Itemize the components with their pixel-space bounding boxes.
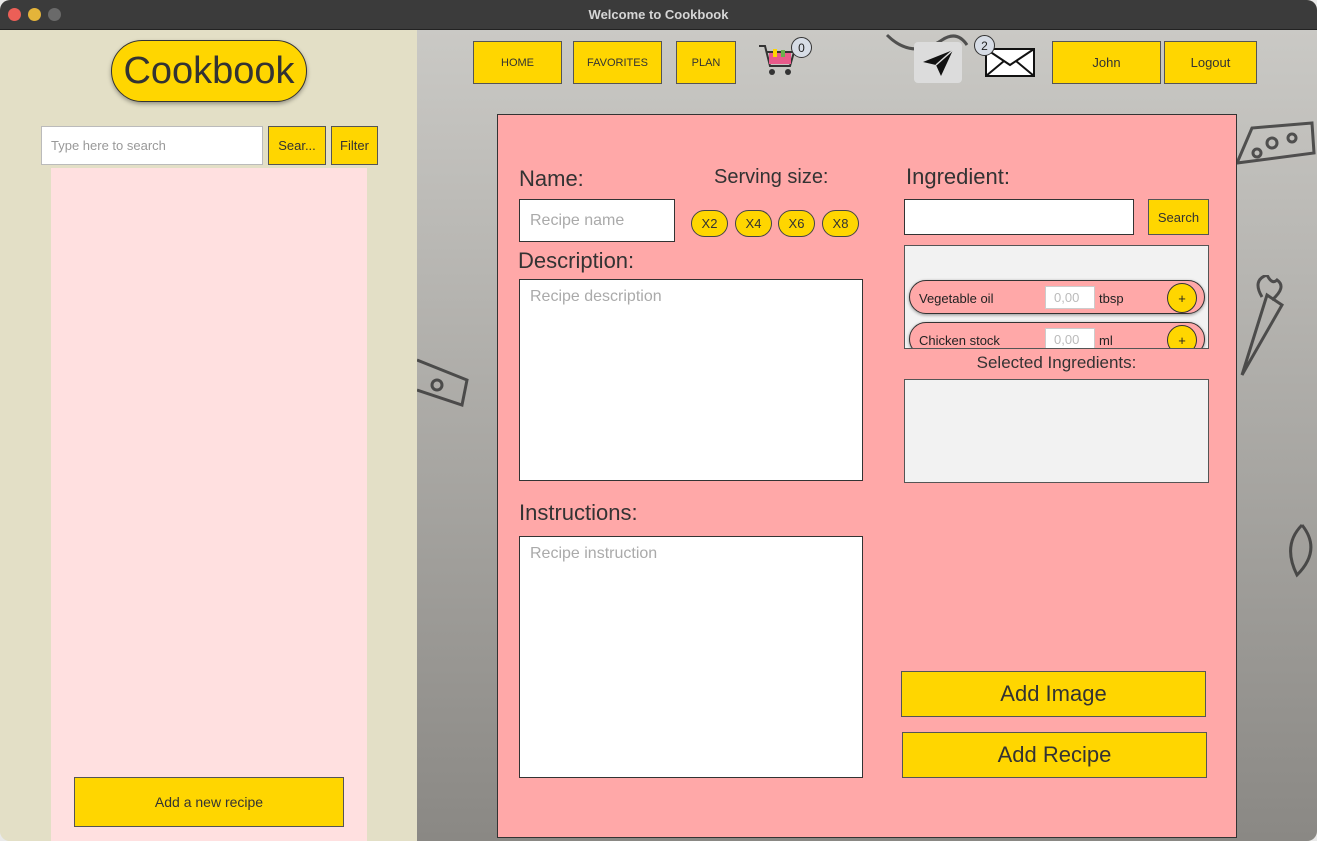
ingredient-row: Vegetable oil 0,00 tbsp + bbox=[909, 280, 1205, 314]
ingredient-label: Ingredient: bbox=[906, 164, 1010, 189]
cart-count-badge: 0 bbox=[791, 37, 812, 58]
nav-plan-button[interactable]: PLAN bbox=[676, 41, 736, 84]
app-window: Welcome to Cookbook Cookbook Sear... Fil… bbox=[0, 0, 1317, 841]
nav-home-button[interactable]: HOME bbox=[473, 41, 562, 84]
new-recipe-form: Name: Recipe name Serving size: X2 X4 X6… bbox=[497, 114, 1237, 838]
ingredient-results-list[interactable]: Vegetable oil 0,00 tbsp + Chicken stock … bbox=[904, 245, 1209, 349]
app-logo: Cookbook bbox=[111, 40, 307, 102]
ingredient-unit: tbsp bbox=[1099, 291, 1124, 306]
send-message-button[interactable] bbox=[914, 42, 962, 83]
ingredient-row: Chicken stock 0,00 ml + bbox=[909, 322, 1205, 348]
recipe-instructions-field[interactable]: Recipe instruction bbox=[519, 536, 863, 778]
window-title: Welcome to Cookbook bbox=[588, 7, 729, 22]
name-label: Name: bbox=[519, 166, 584, 191]
selected-ingredients-label: Selected Ingredients: bbox=[976, 353, 1137, 372]
logout-button[interactable]: Logout bbox=[1164, 41, 1257, 84]
add-ingredient-button[interactable]: + bbox=[1167, 325, 1197, 348]
selected-ingredients-list[interactable] bbox=[904, 379, 1209, 483]
title-bar: Welcome to Cookbook bbox=[0, 0, 1317, 30]
recipe-name-field[interactable]: Recipe name bbox=[519, 199, 675, 242]
ingredient-quantity-field[interactable]: 0,00 bbox=[1045, 328, 1095, 348]
search-button[interactable]: Sear... bbox=[268, 126, 326, 165]
serving-x2-button[interactable]: X2 bbox=[691, 210, 728, 237]
filter-button[interactable]: Filter bbox=[331, 126, 378, 165]
recipe-description-field[interactable]: Recipe description bbox=[519, 279, 863, 481]
recipe-list[interactable] bbox=[51, 168, 367, 841]
sidebar: Cookbook Sear... Filter Add a new recipe bbox=[0, 30, 417, 841]
carrot-doodle-icon bbox=[1240, 275, 1284, 376]
serving-x4-button[interactable]: X4 bbox=[735, 210, 772, 237]
ingredient-search-input[interactable] bbox=[904, 199, 1134, 235]
recipe-search-input[interactable] bbox=[41, 126, 263, 165]
nav-favorites-button[interactable]: FAVORITES bbox=[573, 41, 662, 84]
ingredient-name: Chicken stock bbox=[919, 333, 1000, 348]
ingredient-quantity-field[interactable]: 0,00 bbox=[1045, 286, 1095, 309]
paper-plane-icon bbox=[923, 48, 954, 76]
serving-x6-button[interactable]: X6 bbox=[778, 210, 815, 237]
user-button[interactable]: John bbox=[1052, 41, 1161, 84]
ingredient-name: Vegetable oil bbox=[919, 291, 994, 306]
serving-x8-button[interactable]: X8 bbox=[822, 210, 859, 237]
serving-size-label: Serving size: bbox=[714, 166, 829, 188]
add-recipe-button[interactable]: Add Recipe bbox=[902, 732, 1207, 778]
description-label: Description: bbox=[518, 248, 635, 273]
add-new-recipe-button[interactable]: Add a new recipe bbox=[74, 777, 344, 827]
message-count-badge: 2 bbox=[974, 35, 995, 56]
main-area: HOME FAVORITES PLAN 0 2 John Logout Name… bbox=[417, 30, 1317, 841]
add-ingredient-button[interactable]: + bbox=[1167, 283, 1197, 313]
ingredient-unit: ml bbox=[1099, 333, 1113, 348]
cheese-doodle-icon bbox=[1234, 121, 1316, 165]
instructions-label: Instructions: bbox=[519, 500, 638, 525]
cheese-doodle-icon-left bbox=[417, 358, 469, 407]
add-image-button[interactable]: Add Image bbox=[901, 671, 1206, 717]
leaf-doodle-icon bbox=[1289, 523, 1313, 578]
ingredient-search-button[interactable]: Search bbox=[1148, 199, 1209, 235]
